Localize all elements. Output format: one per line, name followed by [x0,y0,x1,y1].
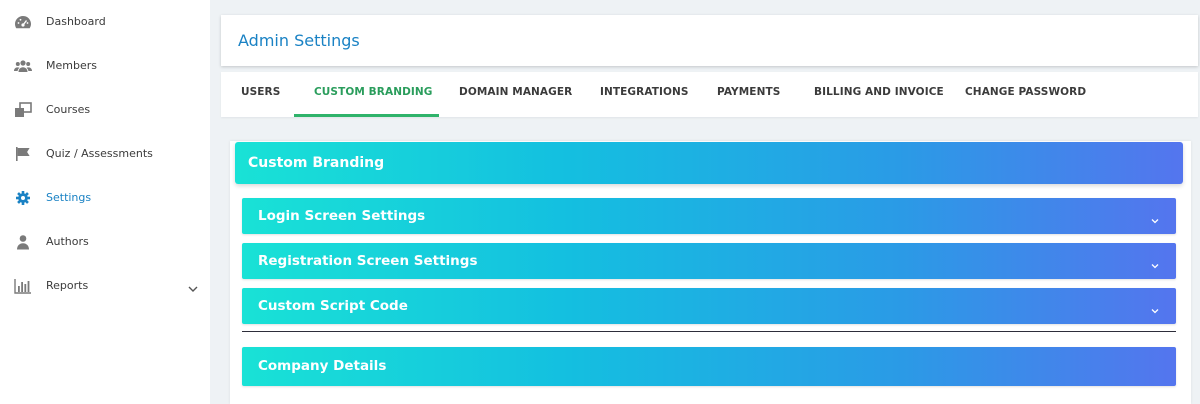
tab-payments[interactable]: PAYMENTS [697,72,794,117]
tab-billing-and-invoice[interactable]: BILLING AND INVOICE [794,72,945,117]
gear-icon [14,190,32,206]
accordion-registration-screen-settings[interactable]: Registration Screen Settings [242,243,1176,279]
tab-change-password[interactable]: CHANGE PASSWORD [945,72,1095,117]
custom-branding-header: Custom Branding [235,142,1183,184]
flag-icon [14,146,32,162]
sidebar-item-dashboard[interactable]: Dashboard [0,2,210,42]
accordion-label: Registration Screen Settings [258,253,478,269]
main-area: Admin Settings USERS CUSTOM BRANDING DOM… [210,0,1200,404]
sidebar-item-label: Members [46,59,97,72]
sidebar-item-label: Settings [46,191,92,204]
tab-label: INTEGRATIONS [600,86,689,98]
tab-users[interactable]: USERS [221,72,294,117]
tab-label: USERS [241,86,281,98]
courses-icon [14,102,32,118]
sidebar-item-members[interactable]: Members [0,46,210,86]
bar-chart-icon [14,278,32,294]
user-icon [14,234,32,250]
sidebar-item-reports[interactable]: Reports [0,266,210,306]
tab-label: CHANGE PASSWORD [965,86,1087,98]
sidebar-item-label: Reports [46,279,89,292]
section-divider [242,331,1176,332]
sidebar: Dashboard Members Courses Quiz / Assessm… [0,0,210,404]
accordion-company-details[interactable]: Company Details [242,347,1176,386]
sidebar-item-courses[interactable]: Courses [0,90,210,130]
members-icon [14,58,32,74]
section-title: Custom Branding [248,155,385,171]
chevron-down-icon [1150,301,1160,314]
chevron-down-icon [1150,211,1160,224]
tab-label: CUSTOM BRANDING [314,86,433,98]
chevron-down-icon[interactable] [187,280,199,292]
accordion-label: Custom Script Code [258,298,408,314]
settings-tabs: USERS CUSTOM BRANDING DOMAIN MANAGER INT… [221,72,1198,117]
tab-domain-manager[interactable]: DOMAIN MANAGER [439,72,580,117]
page-header: Admin Settings [221,15,1198,66]
sidebar-item-label: Authors [46,235,89,248]
accordion-label: Company Details [258,358,387,374]
tab-label: DOMAIN MANAGER [459,86,573,98]
sidebar-item-authors[interactable]: Authors [0,222,210,262]
dashboard-icon [14,14,32,30]
accordion-label: Login Screen Settings [258,208,426,224]
page-title: Admin Settings [238,31,360,50]
sidebar-item-settings[interactable]: Settings [0,178,210,218]
accordion-custom-script-code[interactable]: Custom Script Code [242,288,1176,324]
tab-label: BILLING AND INVOICE [814,86,944,98]
chevron-down-icon [1150,256,1160,269]
sidebar-item-label: Courses [46,103,91,116]
sidebar-item-quiz-assessments[interactable]: Quiz / Assessments [0,134,210,174]
tab-integrations[interactable]: INTEGRATIONS [580,72,697,117]
tab-custom-branding[interactable]: CUSTOM BRANDING [294,72,439,117]
sidebar-item-label: Dashboard [46,15,106,28]
accordion-login-screen-settings[interactable]: Login Screen Settings [242,198,1176,234]
tab-label: PAYMENTS [717,86,781,98]
sidebar-item-label: Quiz / Assessments [46,147,153,160]
